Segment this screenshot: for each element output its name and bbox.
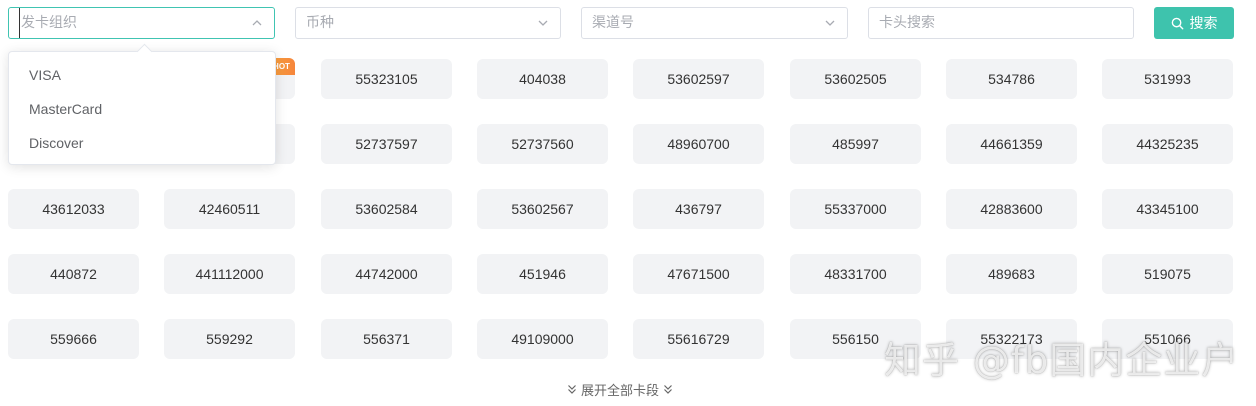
bin-chip-label: 52737560 — [511, 136, 574, 152]
bin-chip[interactable]: 519075 — [1102, 254, 1233, 294]
currency-placeholder: 币种 — [306, 15, 334, 31]
bin-chip[interactable]: 44325235 — [1102, 124, 1233, 164]
bin-chip[interactable]: 489683 — [946, 254, 1077, 294]
card-org-placeholder: 发卡组织 — [19, 8, 250, 38]
bin-chip[interactable]: 44742000 — [321, 254, 452, 294]
bin-chip-label: 519075 — [1144, 266, 1191, 282]
bin-chip[interactable]: 43345100 — [1102, 189, 1233, 229]
bin-chip-label: 47671500 — [667, 266, 730, 282]
bin-chip-label: 43345100 — [1136, 201, 1199, 217]
bin-chip[interactable]: 436797 — [633, 189, 764, 229]
filter-bar: 发卡组织 币种 渠道号 卡头搜索 搜索 — [8, 7, 1248, 39]
bin-chip-label: 556371 — [363, 331, 410, 347]
bin-chip-label: 43612033 — [42, 201, 105, 217]
bin-chip-label: 436797 — [675, 201, 722, 217]
bin-chip[interactable]: 52737597 — [321, 124, 452, 164]
option-visa[interactable]: VISA — [9, 58, 275, 92]
bin-chip-label: 53602567 — [511, 201, 574, 217]
bin-chip-label: 559666 — [50, 331, 97, 347]
bin-chip-label: 55616729 — [667, 331, 730, 347]
bin-chip-label: 441112000 — [195, 266, 264, 282]
bin-chip[interactable]: 42883600 — [946, 189, 1077, 229]
bin-chip[interactable]: 485997 — [790, 124, 921, 164]
bin-chip[interactable]: 53602567 — [477, 189, 608, 229]
card-org-dropdown: VISA MasterCard Discover — [8, 43, 276, 165]
bin-chip-label: 440872 — [50, 266, 97, 282]
bin-chip-label: 534786 — [988, 71, 1035, 87]
bin-chip[interactable]: 556150 — [790, 319, 921, 359]
bin-chip[interactable]: 55337000 — [790, 189, 921, 229]
bin-chip-label: 451946 — [519, 266, 566, 282]
bin-chip[interactable]: 55323105 — [321, 59, 452, 99]
card-org-select[interactable]: 发卡组织 — [8, 7, 275, 39]
bin-chip-label: 48960700 — [667, 136, 730, 152]
bin-chip-label: 44325235 — [1136, 136, 1199, 152]
search-button[interactable]: 搜索 — [1154, 7, 1234, 39]
channel-select[interactable]: 渠道号 — [581, 7, 848, 39]
bin-chip-label: 49109000 — [511, 331, 574, 347]
bin-chip-label: 404038 — [519, 71, 566, 87]
chevron-down-icon — [536, 16, 550, 30]
bin-chip[interactable]: 49109000 — [477, 319, 608, 359]
bin-chip-label: 53602584 — [355, 201, 418, 217]
bin-chip[interactable]: 404038 — [477, 59, 608, 99]
search-icon — [1171, 17, 1183, 29]
bin-chip[interactable]: 53602505 — [790, 59, 921, 99]
bin-search-placeholder: 卡头搜索 — [879, 15, 935, 31]
bin-chip[interactable]: 44661359 — [946, 124, 1077, 164]
bin-chip[interactable]: 53602597 — [633, 59, 764, 99]
expand-label: 展开全部卡段 — [581, 383, 660, 399]
bin-chip-label: 42883600 — [980, 201, 1043, 217]
bin-chip-label: 489683 — [988, 266, 1035, 282]
bin-chip[interactable]: 43612033 — [8, 189, 139, 229]
option-mastercard[interactable]: MasterCard — [9, 92, 275, 126]
bin-chip-label: 53602505 — [824, 71, 887, 87]
bin-chip-label: 44661359 — [980, 136, 1043, 152]
double-chevron-down-icon — [568, 385, 576, 394]
bin-chip[interactable]: 531993 — [1102, 59, 1233, 99]
bin-chip-label: 42460511 — [198, 201, 261, 217]
bin-search-input[interactable]: 卡头搜索 — [868, 7, 1134, 39]
expand-all-bins[interactable]: 展开全部卡段 — [566, 379, 674, 399]
bin-chip[interactable]: 48331700 — [790, 254, 921, 294]
bin-chip-label: 531993 — [1144, 71, 1191, 87]
bin-chip[interactable]: 559292 — [164, 319, 295, 359]
bin-chip-label: 44742000 — [355, 266, 418, 282]
bin-chip[interactable]: 556371 — [321, 319, 452, 359]
bin-chip[interactable]: 534786 — [946, 59, 1077, 99]
chevron-up-icon — [250, 16, 264, 30]
bin-chip[interactable]: 451946 — [477, 254, 608, 294]
bin-chip[interactable]: 48960700 — [633, 124, 764, 164]
bin-chip-label: 53602597 — [667, 71, 730, 87]
bin-chip-label: 551066 — [1144, 331, 1191, 347]
bin-chip-label: 485997 — [832, 136, 879, 152]
bin-chip[interactable]: 551066 — [1102, 319, 1233, 359]
bin-chip[interactable]: 42460511 — [164, 189, 295, 229]
currency-select[interactable]: 币种 — [295, 7, 561, 39]
bin-chip-label: 55323105 — [355, 71, 418, 87]
search-button-label: 搜索 — [1189, 16, 1218, 32]
bin-chip[interactable]: 55616729 — [633, 319, 764, 359]
bin-chip[interactable]: 52737560 — [477, 124, 608, 164]
bin-chip[interactable]: 440872 — [8, 254, 139, 294]
bin-chip[interactable]: 559666 — [8, 319, 139, 359]
chevron-down-icon — [823, 16, 837, 30]
bin-chip[interactable]: 53602584 — [321, 189, 452, 229]
channel-placeholder: 渠道号 — [592, 15, 634, 31]
double-chevron-down-icon — [664, 385, 672, 394]
bin-chip-label: 52737597 — [355, 136, 418, 152]
bin-chip-label: 55337000 — [824, 201, 887, 217]
bin-chip-label: 556150 — [832, 331, 879, 347]
option-discover[interactable]: Discover — [9, 126, 275, 160]
bin-chip-label: 55322173 — [980, 331, 1043, 347]
bin-chip-label: 48331700 — [824, 266, 887, 282]
bin-chip-label: 559292 — [206, 331, 253, 347]
bin-chip[interactable]: 47671500 — [633, 254, 764, 294]
bin-chip[interactable]: 441112000 — [164, 254, 295, 294]
bin-chip[interactable]: 55322173 — [946, 319, 1077, 359]
dropdown-arrow — [136, 43, 153, 60]
